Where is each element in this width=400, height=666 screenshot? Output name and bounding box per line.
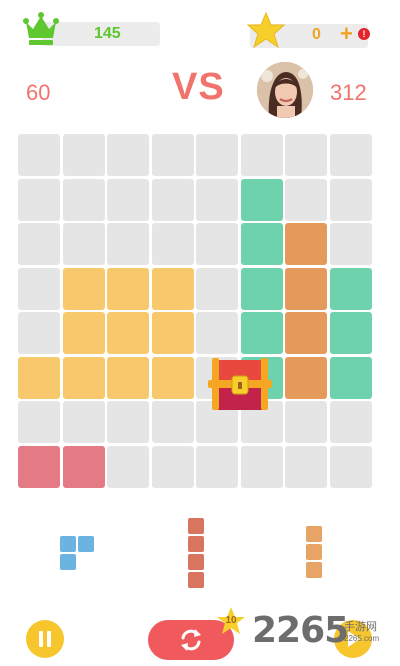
tray-piece-cell bbox=[188, 518, 204, 534]
board-cell-empty[interactable] bbox=[62, 223, 105, 265]
tray-piece-cell bbox=[306, 562, 322, 578]
tray-piece-cell bbox=[306, 544, 322, 560]
board-cell-empty[interactable] bbox=[18, 178, 60, 221]
board-cell-filled[interactable] bbox=[151, 356, 194, 399]
player-score: 60 bbox=[26, 80, 51, 105]
board-cell-filled[interactable] bbox=[18, 356, 60, 399]
tray-piece-cell bbox=[188, 572, 204, 588]
refresh-icon bbox=[181, 629, 201, 651]
board-cell-filled[interactable] bbox=[62, 267, 105, 310]
board-cell-empty[interactable] bbox=[18, 134, 60, 176]
board-cell-filled[interactable] bbox=[62, 356, 105, 399]
board-cell-filled[interactable] bbox=[240, 178, 283, 221]
star-counter: 0 + ! bbox=[244, 10, 374, 52]
board-cell-filled[interactable] bbox=[285, 223, 327, 265]
board-cell-filled[interactable] bbox=[62, 445, 105, 488]
star-count: 0 bbox=[312, 26, 321, 43]
board-cell-empty[interactable] bbox=[240, 445, 283, 488]
board-cell-empty[interactable] bbox=[151, 445, 194, 488]
watermark: 2265 手游网 2265.com bbox=[252, 608, 398, 662]
board-cell-empty[interactable] bbox=[18, 401, 60, 443]
board-cell-filled[interactable] bbox=[151, 312, 194, 354]
vs-label: VS bbox=[172, 66, 225, 108]
board-cell-filled[interactable] bbox=[107, 312, 149, 354]
star-icon bbox=[246, 11, 286, 49]
board-cell-empty[interactable] bbox=[62, 401, 105, 443]
crown-counter: 145 bbox=[22, 10, 160, 50]
board-cell-filled[interactable] bbox=[285, 356, 327, 399]
board-cell-empty[interactable] bbox=[18, 223, 60, 265]
refresh-count: 10 bbox=[225, 615, 237, 626]
board-cell-empty[interactable] bbox=[329, 134, 372, 176]
watermark-cn: 手游网 bbox=[344, 621, 377, 633]
board-cell-filled[interactable] bbox=[107, 267, 149, 310]
board-cell-empty[interactable] bbox=[329, 445, 372, 488]
board-cell-empty[interactable] bbox=[151, 134, 194, 176]
board-cell-filled[interactable] bbox=[151, 267, 194, 310]
tray-piece-cell bbox=[188, 554, 204, 570]
board-cell-empty[interactable] bbox=[240, 134, 283, 176]
avatar-portrait-icon bbox=[257, 62, 313, 118]
tray-piece-cell bbox=[60, 554, 76, 570]
tray-piece-cell bbox=[60, 536, 76, 552]
board-cell-empty[interactable] bbox=[151, 401, 194, 443]
board-cell-empty[interactable] bbox=[18, 312, 60, 354]
board-cell-filled[interactable] bbox=[285, 312, 327, 354]
watermark-number: 2265 bbox=[252, 610, 349, 651]
opponent-avatar bbox=[257, 62, 313, 118]
board-cell-empty[interactable] bbox=[329, 401, 372, 443]
pause-button[interactable] bbox=[26, 620, 64, 658]
crown-icon bbox=[23, 12, 59, 45]
board-cell-empty[interactable] bbox=[62, 178, 105, 221]
board-cell-empty[interactable] bbox=[196, 178, 238, 221]
board-cell-empty[interactable] bbox=[107, 223, 149, 265]
board-cell-empty[interactable] bbox=[18, 267, 60, 310]
board-cell-empty[interactable] bbox=[151, 178, 194, 221]
refresh-count-badge: 10 bbox=[216, 606, 246, 636]
watermark-url: 2265.com bbox=[344, 634, 380, 643]
board-cell-empty[interactable] bbox=[107, 178, 149, 221]
board-cell-empty[interactable] bbox=[196, 445, 238, 488]
board-cell-filled[interactable] bbox=[240, 267, 283, 310]
board-cell-empty[interactable] bbox=[107, 445, 149, 488]
board-cell-empty[interactable] bbox=[285, 445, 327, 488]
opponent-score: 312 bbox=[330, 80, 367, 105]
tray-piece-cell bbox=[306, 526, 322, 542]
board-cell-filled[interactable] bbox=[329, 356, 372, 399]
board-cell-empty[interactable] bbox=[285, 178, 327, 221]
board-cell-empty[interactable] bbox=[62, 134, 105, 176]
add-stars-plus-icon[interactable]: + bbox=[340, 23, 358, 45]
board-cell-empty[interactable] bbox=[107, 134, 149, 176]
board-cell-filled[interactable] bbox=[329, 267, 372, 310]
board-cell-empty[interactable] bbox=[107, 401, 149, 443]
alert-badge-icon: ! bbox=[358, 28, 370, 40]
board-cell-filled[interactable] bbox=[329, 312, 372, 354]
board-cell-filled[interactable] bbox=[107, 356, 149, 399]
game-board[interactable] bbox=[18, 134, 374, 490]
board-cell-empty[interactable] bbox=[196, 267, 238, 310]
board-cell-empty[interactable] bbox=[196, 134, 238, 176]
tray-piece-cell bbox=[188, 536, 204, 552]
board-cell-filled[interactable] bbox=[18, 445, 60, 488]
treasure-chest-icon[interactable] bbox=[208, 356, 272, 414]
board-cell-empty[interactable] bbox=[329, 178, 372, 221]
board-cell-filled[interactable] bbox=[240, 312, 283, 354]
board-cell-empty[interactable] bbox=[285, 134, 327, 176]
board-cell-empty[interactable] bbox=[151, 223, 194, 265]
board-cell-empty[interactable] bbox=[196, 312, 238, 354]
board-cell-filled[interactable] bbox=[62, 312, 105, 354]
board-cell-empty[interactable] bbox=[196, 223, 238, 265]
board-cell-filled[interactable] bbox=[285, 267, 327, 310]
board-cell-filled[interactable] bbox=[240, 223, 283, 265]
crown-count: 145 bbox=[94, 25, 121, 42]
board-cell-empty[interactable] bbox=[329, 223, 372, 265]
board-cell-empty[interactable] bbox=[285, 401, 327, 443]
tray-piece-cell bbox=[78, 536, 94, 552]
